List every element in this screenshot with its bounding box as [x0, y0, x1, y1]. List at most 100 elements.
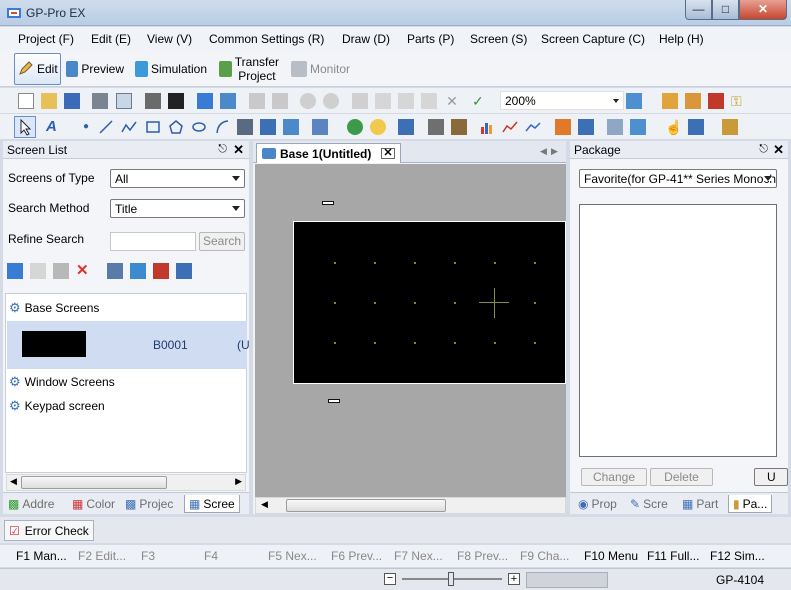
dot-icon[interactable]: ● — [78, 119, 94, 135]
fkey-f12[interactable]: F12 Sim... — [710, 549, 765, 563]
menu-project[interactable]: Project (F) — [18, 32, 74, 46]
new-file-icon[interactable] — [18, 93, 34, 109]
tab-package[interactable]: ▮ Pa... — [728, 495, 773, 513]
fkey-f10[interactable]: F10 Menu — [584, 549, 638, 563]
close-tab-icon[interactable]: ✕ — [381, 148, 395, 159]
delete-button[interactable]: Delete — [650, 468, 713, 486]
tab-screen[interactable]: ▦ Scree — [184, 495, 240, 513]
scroll-left-icon[interactable]: ◀ — [10, 476, 17, 487]
fkey-f3[interactable]: F3 — [141, 549, 155, 563]
script-icon[interactable] — [688, 119, 704, 135]
menu-screen-capture[interactable]: Screen Capture (C) — [541, 32, 645, 46]
tab-scroll-left-icon[interactable]: ◀ — [540, 146, 547, 157]
grid-icon[interactable] — [428, 119, 444, 135]
fkey-f11[interactable]: F11 Full... — [647, 549, 699, 563]
fkey-f6[interactable]: F6 Prev... — [331, 549, 382, 563]
pin-icon[interactable]: ⎋ — [218, 143, 227, 156]
camera-icon[interactable] — [168, 93, 184, 109]
polygon-icon[interactable] — [168, 119, 184, 135]
undo-icon[interactable] — [300, 93, 316, 109]
scroll-thumb[interactable] — [21, 476, 167, 489]
text-icon[interactable]: A — [46, 119, 62, 135]
tree-horizontal-scrollbar[interactable]: ◀ ▶ — [6, 474, 246, 491]
tool-icon[interactable] — [145, 93, 161, 109]
menu-draw[interactable]: Draw (D) — [342, 32, 390, 46]
pin-icon[interactable]: ⎋ — [759, 143, 768, 156]
scroll-left-icon[interactable]: ◀ — [261, 499, 268, 510]
zoom-slider-thumb[interactable] — [448, 572, 454, 586]
open-folder-icon[interactable] — [41, 93, 57, 109]
menu-screen[interactable]: Screen (S) — [470, 32, 527, 46]
package-select[interactable]: Favorite(for GP-41** Series Monochro — [579, 169, 777, 188]
tab-address[interactable]: ▩ Addre — [8, 495, 54, 513]
parts-icon-3[interactable] — [708, 93, 724, 109]
fill-icon[interactable] — [260, 119, 276, 135]
parts-icon-1[interactable] — [662, 93, 678, 109]
arc-icon[interactable] — [214, 119, 230, 135]
error-check-icon[interactable]: ✓ — [472, 93, 488, 109]
zoom-out-icon[interactable]: − — [384, 573, 396, 585]
tab-project[interactable]: ▩ Projec — [125, 495, 173, 513]
package-icon[interactable] — [722, 119, 738, 135]
print-icon[interactable] — [92, 93, 108, 109]
window-screens-group[interactable]: ⚙ Window Screens — [9, 374, 115, 390]
image-icon[interactable] — [283, 119, 299, 135]
minimize-button[interactable]: — — [685, 0, 712, 20]
menu-parts[interactable]: Parts (P) — [407, 32, 454, 46]
fkey-f7[interactable]: F7 Nex... — [394, 549, 443, 563]
fkey-f1[interactable]: F1 Man... — [16, 549, 67, 563]
fkey-f8[interactable]: F8 Prev... — [457, 549, 508, 563]
screens-of-type-select[interactable]: All — [110, 169, 245, 188]
data-display-icon[interactable] — [398, 119, 414, 135]
package-list[interactable] — [579, 204, 777, 457]
screen-list-icon[interactable] — [130, 263, 146, 279]
tab-scroll-right-icon[interactable]: ▶ — [551, 146, 558, 157]
fkey-f9[interactable]: F9 Cha... — [520, 549, 569, 563]
close-button[interactable]: ✕ — [739, 0, 787, 20]
tab-base-1[interactable]: Base 1(Untitled) ✕ — [256, 143, 401, 163]
canvas-horizontal-scrollbar[interactable]: ◀ — [255, 497, 566, 514]
error-check-tab[interactable]: ☑ Error Check — [4, 520, 94, 541]
zoom-select[interactable]: 200% — [500, 91, 624, 110]
tab-color[interactable]: ▦ Color — [72, 495, 115, 513]
screen-properties-icon[interactable] — [107, 263, 123, 279]
search-method-select[interactable]: Title — [110, 199, 245, 218]
refine-search-input[interactable] — [110, 232, 196, 251]
tab-screen-right[interactable]: ✎ Scre — [630, 495, 668, 513]
maximize-button[interactable]: □ — [712, 0, 739, 20]
window-icon[interactable] — [607, 119, 623, 135]
screen-export-icon[interactable] — [153, 263, 169, 279]
fkey-f4[interactable]: F4 — [204, 549, 218, 563]
cut-icon[interactable] — [352, 93, 368, 109]
screen-import-icon[interactable] — [176, 263, 192, 279]
save-screen-icon[interactable] — [220, 93, 236, 109]
video-icon[interactable] — [630, 119, 646, 135]
parts-icon-2[interactable] — [685, 93, 701, 109]
top-handle[interactable] — [322, 201, 334, 205]
simulation-button[interactable]: Simulation — [132, 53, 210, 85]
fkey-f2[interactable]: F2 Edit... — [78, 549, 126, 563]
copy-icon[interactable] — [375, 93, 391, 109]
transfer-project-button[interactable]: Transfer Project — [216, 53, 282, 85]
alarm-icon[interactable] — [555, 119, 571, 135]
delete-icon[interactable]: ✕ — [444, 93, 460, 109]
fkey-f5[interactable]: F5 Nex... — [268, 549, 317, 563]
keypad-icon[interactable] — [451, 119, 467, 135]
tab-properties[interactable]: ◉ Prop — [578, 495, 617, 513]
line-graph-icon[interactable] — [525, 119, 541, 135]
close-pane-icon[interactable]: ✕ — [773, 142, 784, 158]
edit-mode-button[interactable]: Edit — [14, 53, 61, 85]
message-icon[interactable] — [578, 119, 594, 135]
menu-common-settings[interactable]: Common Settings (R) — [209, 32, 324, 46]
bottom-handle[interactable] — [328, 399, 340, 403]
new-screen-icon[interactable] — [197, 93, 213, 109]
screen-preview[interactable] — [293, 221, 566, 384]
tab-parts[interactable]: ▦ Part — [682, 495, 718, 513]
duplicate-icon[interactable] — [421, 93, 437, 109]
zoom-fit-icon[interactable] — [626, 93, 642, 109]
save-icon[interactable] — [64, 93, 80, 109]
pointer-icon[interactable]: ☝ — [665, 119, 682, 135]
menu-edit[interactable]: Edit (E) — [91, 32, 131, 46]
scroll-thumb[interactable] — [286, 499, 446, 512]
zoom-in-icon[interactable]: + — [508, 573, 520, 585]
